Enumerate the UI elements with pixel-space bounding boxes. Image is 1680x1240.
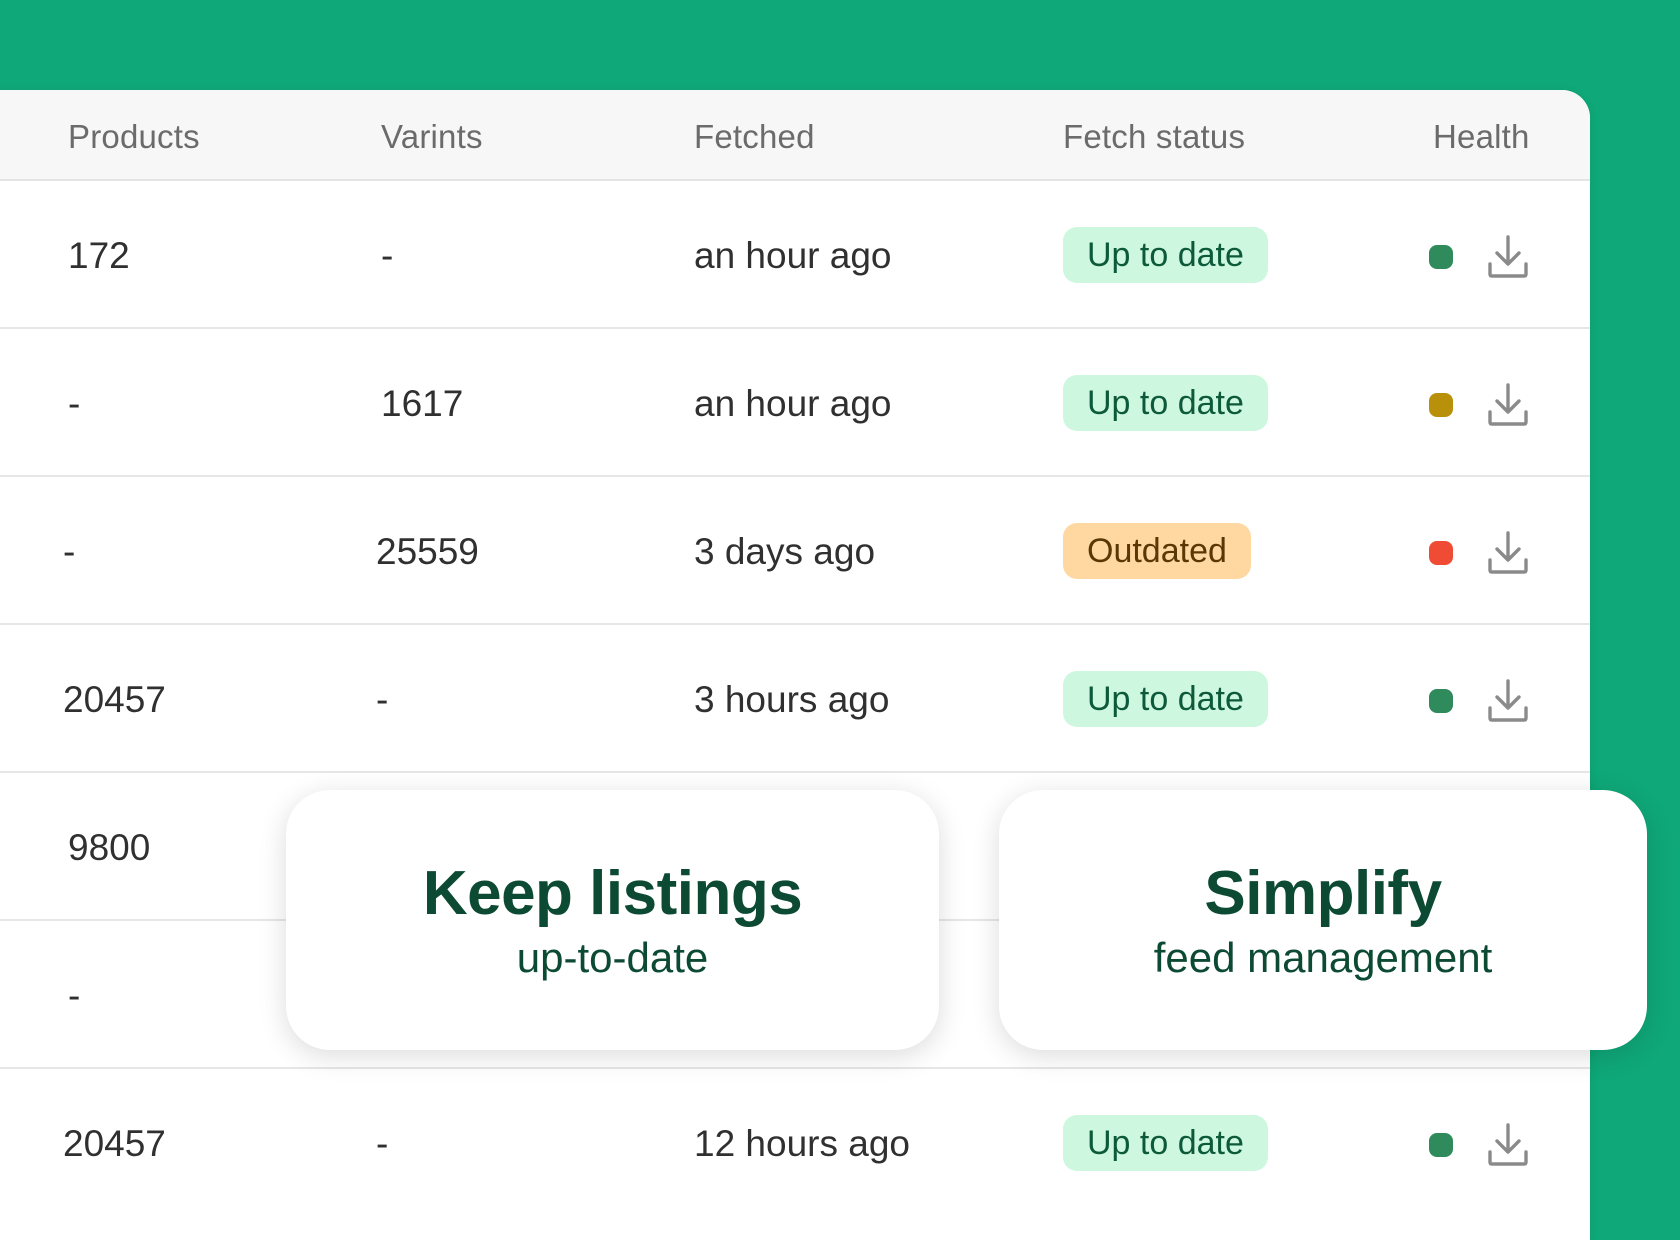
keep-listings-card: Keep listings up-to-date <box>286 790 939 1050</box>
health-indicator <box>1429 541 1453 565</box>
card-subtitle: up-to-date <box>516 934 709 981</box>
simplify-card: Simplify feed management <box>999 790 1647 1050</box>
cell-fetched: an hour ago <box>694 235 892 276</box>
health-indicator <box>1429 245 1453 269</box>
download-icon[interactable] <box>1486 233 1530 279</box>
cell-variants: - <box>376 1123 389 1164</box>
cell-products: 9800 <box>68 827 151 868</box>
health-indicator <box>1429 393 1453 417</box>
table-row[interactable]: - 25559 3 days ago Outdated <box>0 477 1590 625</box>
download-icon[interactable] <box>1486 529 1530 575</box>
card-title: Keep listings <box>422 859 803 928</box>
card-title: Simplify <box>1204 859 1442 928</box>
header-health[interactable]: Health <box>1433 118 1530 156</box>
feeds-table-panel: Products Varints Fetched Fetch status He… <box>0 90 1590 1240</box>
cell-products: 20457 <box>63 1123 166 1164</box>
cell-products: - <box>68 975 81 1016</box>
cell-fetched: an hour ago <box>694 383 892 424</box>
table-row[interactable]: 172 - an hour ago Up to date <box>0 181 1590 329</box>
header-fetched[interactable]: Fetched <box>694 118 815 156</box>
cell-variants: - <box>376 679 389 720</box>
status-badge: Up to date <box>1063 227 1268 283</box>
table-header: Products Varints Fetched Fetch status He… <box>0 90 1590 181</box>
cell-variants: 1617 <box>381 383 464 424</box>
cell-variants: - <box>381 235 394 276</box>
status-badge: Up to date <box>1063 1115 1268 1171</box>
health-indicator <box>1429 689 1453 713</box>
status-badge: Up to date <box>1063 671 1268 727</box>
cell-fetched: 3 days ago <box>694 531 876 572</box>
header-products[interactable]: Products <box>68 118 200 156</box>
health-indicator <box>1429 1133 1453 1157</box>
cell-products: - <box>63 531 76 572</box>
download-icon[interactable] <box>1486 677 1530 723</box>
download-icon[interactable] <box>1486 381 1530 427</box>
cell-fetched: 3 hours ago <box>694 679 890 720</box>
cell-products: - <box>68 383 81 424</box>
table-row[interactable]: 20457 - 12 hours ago Up to date <box>0 1069 1590 1215</box>
cell-fetched: 12 hours ago <box>694 1123 911 1164</box>
table-row[interactable]: 20457 - 3 hours ago Up to date <box>0 625 1590 773</box>
table-row[interactable]: - 1617 an hour ago Up to date <box>0 329 1590 477</box>
cell-products: 20457 <box>63 679 166 720</box>
status-badge: Outdated <box>1063 523 1251 579</box>
cell-variants: 25559 <box>376 531 479 572</box>
header-fetch-status[interactable]: Fetch status <box>1063 118 1245 156</box>
cell-products: 172 <box>68 235 130 276</box>
card-subtitle: feed management <box>1153 934 1493 981</box>
header-variants[interactable]: Varints <box>381 118 483 156</box>
download-icon[interactable] <box>1486 1121 1530 1167</box>
status-badge: Up to date <box>1063 375 1268 431</box>
